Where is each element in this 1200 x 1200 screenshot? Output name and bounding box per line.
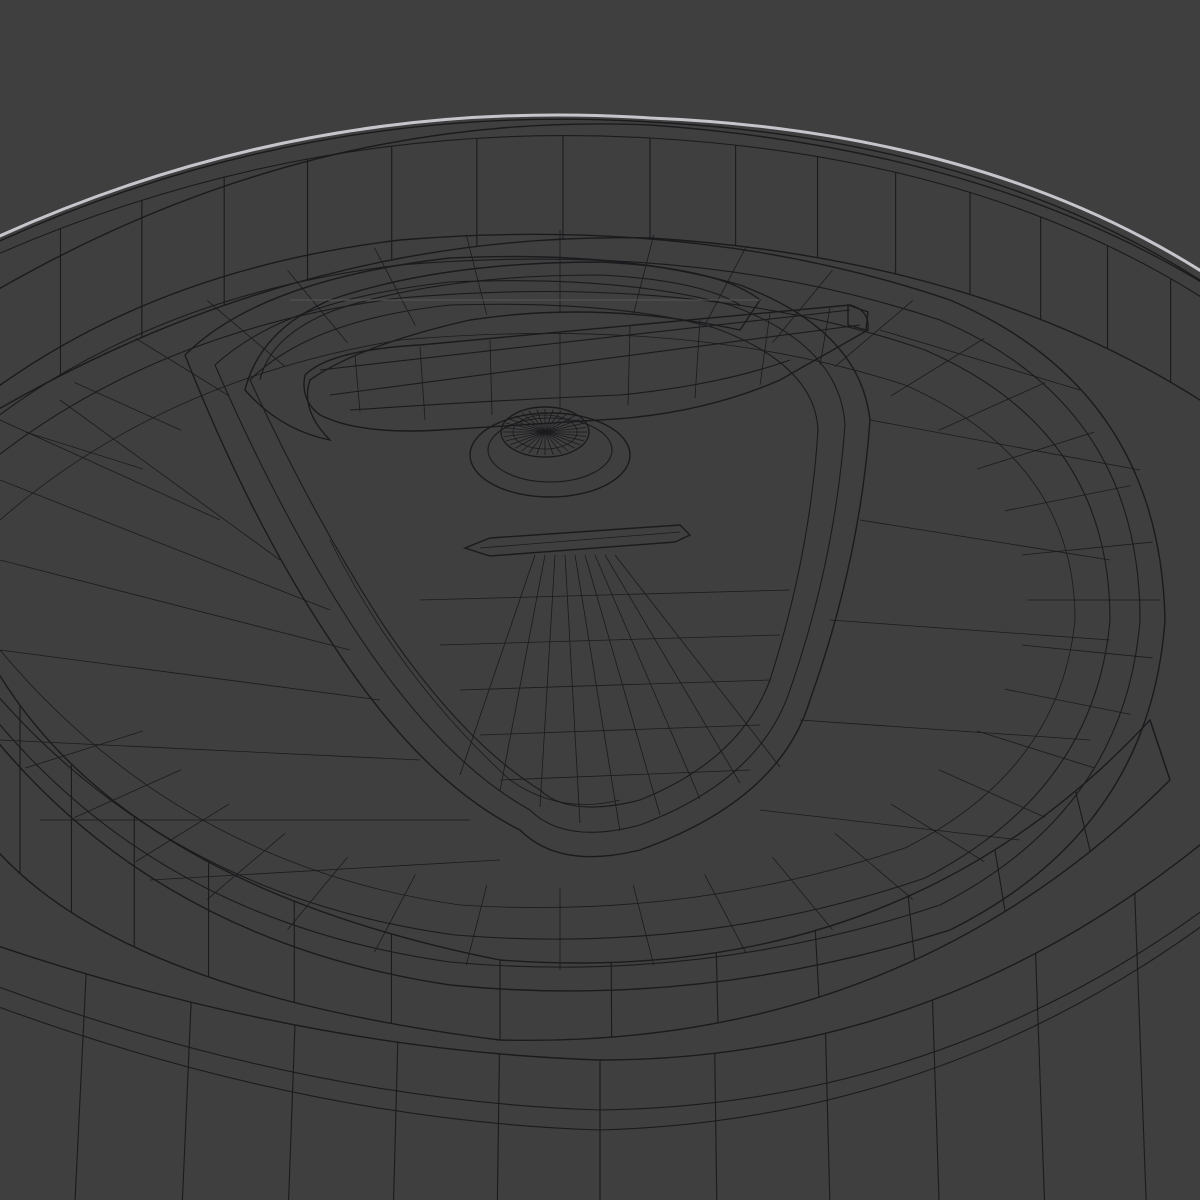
mesh-render[interactable]	[0, 0, 1200, 1200]
lid-top-surface	[0, 233, 1166, 992]
pull-tab[interactable]	[303, 304, 869, 432]
tab-opening	[244, 261, 761, 442]
3d-viewport[interactable]	[0, 0, 1200, 1200]
rivet	[469, 406, 631, 498]
rim-inner-wall	[0, 113, 1200, 410]
outer-wall-segment-lines	[74, 893, 1147, 1200]
tear-panel-grid	[419, 554, 791, 832]
lid-side-band	[0, 674, 1171, 1042]
rim-segment-lines	[59, 135, 1172, 383]
lid-band-lines	[19, 705, 1171, 1040]
score-bar	[462, 524, 692, 557]
